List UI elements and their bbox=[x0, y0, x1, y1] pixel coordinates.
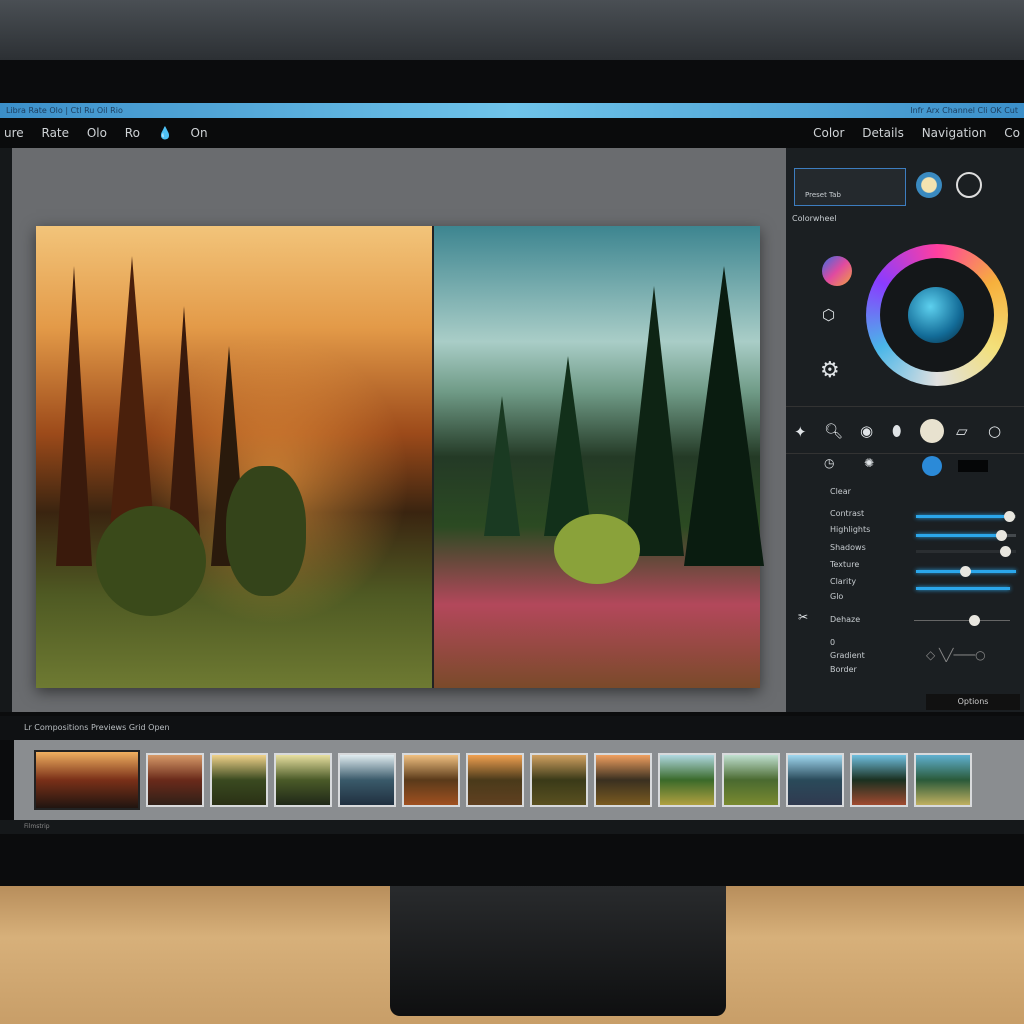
row-label: Glo bbox=[830, 592, 844, 601]
title-bar: Libra Rate Olo | Ctl Ru Oil Rio Infr Arx… bbox=[0, 103, 1024, 118]
filmstrip-thumbnail[interactable] bbox=[146, 753, 204, 807]
filmstrip-thumbnail[interactable] bbox=[34, 750, 140, 810]
gear-icon[interactable]: ⚙ bbox=[820, 358, 840, 383]
filmstrip-thumbnail[interactable] bbox=[530, 753, 588, 807]
menu-item[interactable]: On bbox=[191, 126, 208, 140]
tab-more[interactable]: Co bbox=[1004, 126, 1020, 140]
filmstrip-thumbnail[interactable] bbox=[594, 753, 652, 807]
menu-item[interactable]: Rate bbox=[42, 126, 70, 140]
curve-graph[interactable]: ◇ ╲╱───○ bbox=[926, 648, 986, 662]
before-image bbox=[36, 226, 432, 688]
color-sphere-icon[interactable] bbox=[822, 256, 852, 286]
row-label: Dehaze bbox=[830, 615, 861, 624]
texture-slider[interactable] bbox=[960, 566, 971, 577]
globe-icon[interactable] bbox=[922, 456, 942, 476]
filmstrip-thumbnail[interactable] bbox=[338, 753, 396, 807]
filmstrip[interactable] bbox=[14, 740, 1024, 820]
sparkle-icon[interactable]: ✦ bbox=[794, 423, 807, 441]
filmstrip-thumbnail[interactable] bbox=[786, 753, 844, 807]
menu-item[interactable]: ure bbox=[4, 126, 24, 140]
brush-tool-icon[interactable] bbox=[920, 419, 944, 443]
mask-icon[interactable]: ◉ bbox=[860, 422, 873, 440]
curve-label: 0 bbox=[830, 638, 836, 647]
title-left: Libra Rate Olo | Ctl Ru Oil Rio bbox=[6, 106, 123, 115]
filmstrip-thumbnail[interactable] bbox=[850, 753, 908, 807]
clock-icon[interactable]: ◷ bbox=[824, 456, 834, 470]
crop-icon[interactable]: ▱ bbox=[956, 422, 968, 440]
filmstrip-thumbnail[interactable] bbox=[658, 753, 716, 807]
tab-details[interactable]: Details bbox=[862, 126, 904, 140]
filmstrip-thumbnail[interactable] bbox=[274, 753, 332, 807]
before-after-photo[interactable] bbox=[36, 226, 764, 688]
filmstrip-thumbnail[interactable] bbox=[722, 753, 780, 807]
circle-button[interactable] bbox=[956, 172, 982, 198]
monitor-stand bbox=[390, 880, 726, 1016]
contrast-slider[interactable] bbox=[1004, 511, 1015, 522]
filmstrip-thumbnail[interactable] bbox=[466, 753, 524, 807]
filmstrip-thumbnail[interactable] bbox=[402, 753, 460, 807]
filmstrip-footer: Filmstrip bbox=[0, 820, 1024, 834]
filmstrip-thumbnail[interactable] bbox=[914, 753, 972, 807]
preset-field[interactable]: Preset Tab bbox=[794, 168, 906, 206]
toggle-field[interactable] bbox=[958, 460, 988, 472]
drop-icon[interactable]: 💧 bbox=[158, 126, 173, 140]
row-label: Clear bbox=[830, 487, 851, 496]
row-label: Highlights bbox=[830, 525, 871, 534]
tone-button[interactable] bbox=[916, 172, 942, 198]
menu-bar: ure Rate Olo Ro 💧 On Color Details Navig… bbox=[0, 118, 1024, 148]
row-label: Clarity bbox=[830, 577, 857, 586]
row-label: Contrast bbox=[830, 509, 865, 518]
curve-label: Gradient bbox=[830, 651, 865, 660]
menu-item[interactable]: Ro bbox=[125, 126, 140, 140]
row-label: Texture bbox=[830, 560, 860, 569]
color-wheel-center[interactable] bbox=[908, 287, 964, 343]
section-label: Colorwheel bbox=[792, 214, 837, 223]
highlights-slider[interactable] bbox=[996, 530, 1007, 541]
options-button[interactable]: Options bbox=[926, 694, 1020, 710]
dotted-circle-icon[interactable]: ✺ bbox=[864, 456, 874, 470]
tab-color[interactable]: Color bbox=[813, 126, 844, 140]
after-image bbox=[432, 226, 764, 688]
row-label: Shadows bbox=[830, 543, 866, 552]
dehaze-slider[interactable] bbox=[969, 615, 980, 626]
shadows-slider[interactable] bbox=[1000, 546, 1011, 557]
filmstrip-thumbnail[interactable] bbox=[210, 753, 268, 807]
curve-label: Border bbox=[830, 665, 857, 674]
tab-navigation[interactable]: Navigation bbox=[922, 126, 987, 140]
menu-item[interactable]: Olo bbox=[87, 126, 107, 140]
search-icon[interactable]: 🔍︎ bbox=[824, 422, 843, 440]
title-right: Infr Arx Channel Cli OK Cut bbox=[910, 106, 1018, 115]
cube-icon[interactable]: ⬡ bbox=[822, 306, 835, 324]
right-panel: Preset Tab Colorwheel ⬡ ⚙ ✦ 🔍︎ ◉ ⬮ ▱ ○ ◷… bbox=[786, 148, 1024, 712]
circle-tool-icon[interactable]: ○ bbox=[988, 422, 1001, 440]
left-toolbar[interactable] bbox=[0, 148, 12, 712]
scissors-icon: ✂ bbox=[798, 610, 809, 624]
filmstrip-header: Lr Compositions Previews Grid Open bbox=[0, 716, 1024, 740]
drop-tool-icon[interactable]: ⬮ bbox=[892, 422, 901, 440]
